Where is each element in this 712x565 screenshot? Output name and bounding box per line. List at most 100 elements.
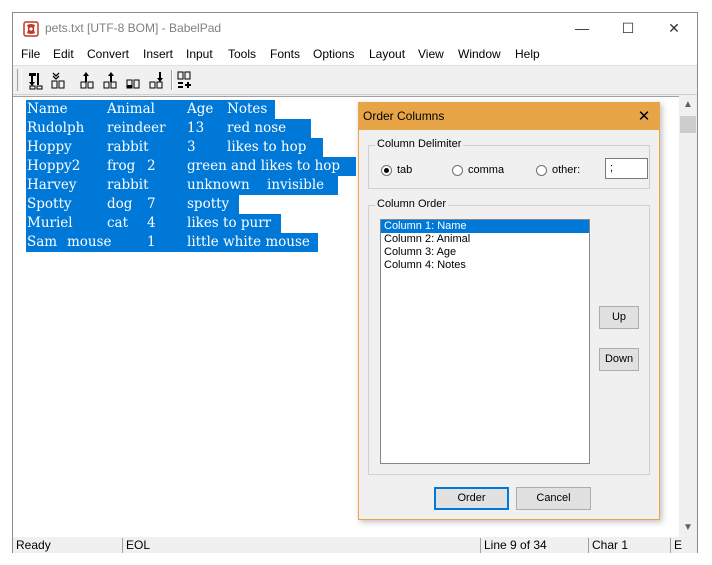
text-line: Hoppy2 frog 2 green and likes to hop [26,157,356,176]
cell-text: Harvey [27,177,77,193]
text-line: Name Animal Age Notes [26,100,275,119]
text-line: Harvey rabbit unknown invisible [26,176,338,195]
status-char: Char 1 [588,538,670,553]
cell-text: rabbit [107,139,149,155]
status-ready: Ready [16,538,51,552]
cell-text: Muriel [27,215,73,231]
move-column-top-icon[interactable] [100,69,122,91]
list-item[interactable]: Column 4: Notes [381,259,589,272]
radio-comma-label: comma [468,164,505,176]
menu-options[interactable]: Options [313,47,354,61]
radio-comma-icon [452,164,463,176]
cell-text: Hoppy2 [27,158,81,174]
cell-text: 2 [147,158,156,174]
window-title: pets.txt [UTF-8 BOM] - BabelPad [45,21,222,35]
radio-other[interactable]: other: [536,164,580,178]
toolbar [13,65,697,95]
menu-layout[interactable]: Layout [369,47,405,61]
other-delimiter-input[interactable]: ; [605,158,648,179]
move-column-bottom-icon[interactable] [146,69,168,91]
cell-text: Rudolph [27,120,85,136]
cell-text: 4 [147,215,156,231]
status-line: Line 9 of 34 [480,538,588,553]
toolbar-grip[interactable] [17,69,22,91]
radio-other-icon [536,164,547,176]
cell-text: Age [187,101,214,117]
move-column-down-icon[interactable] [123,69,145,91]
cell-text: dog [107,196,133,212]
radio-other-label: other: [552,164,581,176]
menu-fonts[interactable]: Fonts [270,47,300,61]
text-line: Rudolph reindeer 13 red nose [26,119,311,138]
dialog-close-icon[interactable]: ✕ [629,103,659,130]
dialog-title-bar[interactable]: Order Columns ✕ [359,103,659,130]
cell-text: likes to hop [227,139,307,155]
radio-tab-icon [381,164,392,176]
cell-text: Animal [107,101,155,117]
cell-text: 3 [187,139,196,155]
list-item[interactable]: Column 3: Age [381,246,589,259]
minimize-button[interactable]: — [559,13,605,44]
text-line: Sam mouse 1 little white mouse [26,233,318,252]
list-item[interactable]: Column 2: Animal [381,233,589,246]
close-button[interactable]: ✕ [651,13,697,44]
menu-window[interactable]: Window [458,47,501,61]
menu-tools[interactable]: Tools [228,47,256,61]
scroll-thumb[interactable] [680,116,696,133]
down-button[interactable]: Down [599,348,639,371]
radio-tab-label: tab [397,164,413,176]
close-icon: ✕ [668,20,680,36]
cell-text: reindeer [107,120,166,136]
cell-text: Notes [227,101,268,117]
radio-tab[interactable]: tab [381,164,412,178]
column-delimiter-label: Column Delimiter [375,138,464,150]
cancel-button[interactable]: Cancel [516,487,591,510]
cell-text: likes to purr [187,215,272,231]
babelpad-app-icon [23,21,39,37]
status-bar: Ready EOL Line 9 of 34 Char 1 E [13,537,697,553]
menu-input[interactable]: Input [186,47,213,61]
maximize-button[interactable]: ☐ [605,13,651,44]
scroll-up-icon[interactable]: ▲ [679,96,697,113]
list-item[interactable]: Column 1: Name [381,220,589,233]
menu-insert[interactable]: Insert [143,47,173,61]
scroll-down-icon[interactable]: ▼ [679,519,697,536]
dialog-title: Order Columns [363,109,445,123]
maximize-icon: ☐ [621,20,635,36]
move-column-up-icon[interactable] [77,69,99,91]
menu-bar: File Edit Convert Insert Input Tools Fon… [13,44,697,65]
order-columns-icon[interactable] [174,69,196,91]
cell-text: Hoppy [27,139,72,155]
status-eol: EOL [122,538,480,553]
menu-help[interactable]: Help [515,47,540,61]
title-bar[interactable]: pets.txt [UTF-8 BOM] - BabelPad — ☐ ✕ [13,13,697,44]
cell-text: cat [107,215,129,231]
move-line-top-icon[interactable] [25,69,47,91]
vertical-scrollbar[interactable]: ▲ ▼ [679,96,697,537]
radio-comma[interactable]: comma [452,164,504,178]
menu-edit[interactable]: Edit [53,47,74,61]
up-button[interactable]: Up [599,306,639,329]
menu-view[interactable]: View [418,47,444,61]
text-line: Hoppy rabbit 3 likes to hop [26,138,323,157]
cell-text: Name [27,101,68,117]
column-order-list[interactable]: Column 1: Name Column 2: Animal Column 3… [380,219,590,464]
cell-text: Spotty [27,196,72,212]
order-button[interactable]: Order [434,487,509,510]
cell-text: little white mouse [187,234,310,250]
column-delimiter-group: Column Delimiter tab comma other: ; [368,138,650,189]
cell-text: 7 [147,196,156,212]
cell-text: invisible [267,177,325,193]
cell-text: green and likes to hop [187,158,341,174]
cell-text: 13 [187,120,205,136]
text-line: Spotty dog 7 spotty [26,195,239,214]
menu-file[interactable]: File [21,47,40,61]
move-line-bottom-icon[interactable] [48,69,70,91]
menu-convert[interactable]: Convert [87,47,129,61]
cell-text: unknown [187,177,250,193]
cell-text: frog [107,158,136,174]
column-order-label: Column Order [375,198,449,210]
cell-text: rabbit [107,177,149,193]
toolbar-separator [171,70,173,90]
minimize-icon: — [575,20,589,36]
